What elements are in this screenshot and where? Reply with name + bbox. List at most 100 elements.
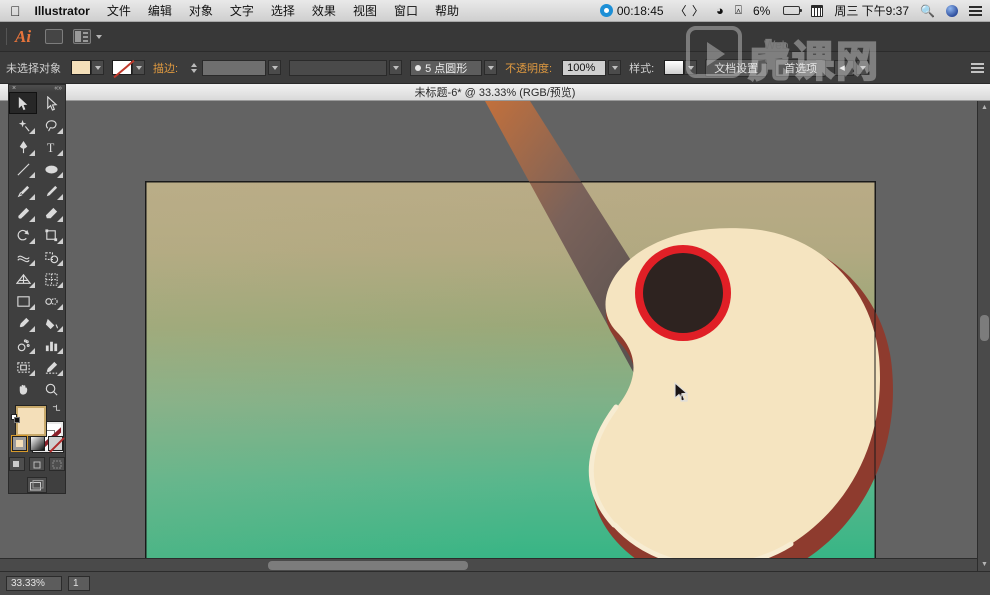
type-tool[interactable]: T — [37, 136, 65, 158]
mesh-tool[interactable] — [37, 268, 65, 290]
paintbrush-tool[interactable] — [9, 180, 37, 202]
tools-grid: T — [9, 92, 65, 400]
line-segment-tool[interactable] — [9, 158, 37, 180]
stroke-color-swatch[interactable] — [112, 60, 132, 75]
canvas-area[interactable] — [0, 101, 990, 571]
apple-icon[interactable]:  — [10, 4, 21, 18]
arrange-documents-icon[interactable] — [73, 29, 92, 44]
document-setup-button[interactable]: 文档设置 — [705, 58, 768, 77]
vertical-scroll-thumb[interactable] — [980, 315, 989, 341]
menu-edit[interactable]: 编辑 — [148, 2, 172, 19]
variable-width-profile-field[interactable] — [289, 59, 388, 76]
rotate-tool[interactable] — [9, 224, 37, 246]
blob-brush-tool[interactable] — [9, 202, 37, 224]
symbol-sprayer-tool[interactable] — [9, 334, 37, 356]
artboard-number-field[interactable]: 1 — [68, 576, 90, 591]
perspective-grid-tool[interactable] — [9, 268, 37, 290]
airplay-icon[interactable]: ⍓ — [735, 3, 742, 18]
zoom-level-field[interactable]: 33.33% — [6, 576, 62, 591]
gradient-tool[interactable] — [9, 290, 37, 312]
document-tab-title[interactable]: 未标题-6* @ 33.33% (RGB/预览) — [415, 84, 576, 100]
tools-panel[interactable]: × «» T — [8, 84, 66, 494]
brush-definition-dropdown[interactable] — [484, 60, 498, 75]
scroll-down-arrow[interactable]: ▼ — [978, 558, 990, 571]
drawing-mode-behind-button[interactable] — [29, 457, 45, 471]
artboard-tool[interactable] — [9, 356, 37, 378]
close-icon[interactable]: × — [12, 85, 16, 92]
graphic-style-swatch[interactable] — [664, 60, 685, 75]
menu-object[interactable]: 对象 — [189, 2, 213, 19]
brush-definition-field[interactable]: 5 点圆形 — [410, 59, 483, 76]
scale-tool[interactable] — [37, 224, 65, 246]
spotlight-search-icon[interactable]: 🔍 — [920, 4, 935, 18]
vertical-scrollbar[interactable]: ▲ ▼ — [977, 101, 990, 571]
swap-fill-stroke-icon[interactable] — [52, 404, 61, 413]
selection-tool[interactable] — [9, 92, 37, 114]
fill-color-swatch[interactable] — [71, 60, 91, 75]
drawing-mode-normal-button[interactable] — [9, 457, 25, 471]
menu-type[interactable]: 文字 — [230, 2, 254, 19]
menu-window[interactable]: 窗口 — [394, 2, 418, 19]
direct-selection-tool[interactable] — [37, 92, 65, 114]
eraser-tool[interactable] — [37, 202, 65, 224]
fill-swatch[interactable] — [16, 406, 46, 436]
menu-select[interactable]: 选择 — [271, 2, 295, 19]
collapse-icon[interactable]: «» — [54, 85, 62, 92]
none-mode-button[interactable] — [47, 436, 63, 451]
menu-effect[interactable]: 效果 — [312, 2, 336, 19]
chevron-icons[interactable]: 〈 〉 — [675, 2, 705, 19]
change-screen-mode-icon[interactable] — [27, 477, 47, 493]
opacity-dropdown[interactable] — [608, 60, 622, 75]
shape-builder-tool[interactable] — [37, 246, 65, 268]
calendar-icon[interactable] — [811, 4, 824, 17]
menu-file[interactable]: 文件 — [107, 2, 131, 19]
pen-tool[interactable] — [9, 136, 37, 158]
scroll-up-arrow[interactable]: ▲ — [978, 101, 990, 114]
wifi-icon[interactable]: ◕ — [716, 3, 724, 18]
lasso-tool[interactable] — [37, 114, 65, 136]
menu-view[interactable]: 视图 — [353, 2, 377, 19]
variable-width-profile-dropdown[interactable] — [389, 60, 403, 75]
opacity-field[interactable]: 100% — [562, 59, 607, 76]
solid-color-mode-button[interactable] — [10, 435, 28, 452]
style-dropdown[interactable] — [684, 60, 698, 75]
drawing-mode-inside-button[interactable] — [49, 457, 65, 471]
zoom-tool[interactable] — [37, 378, 65, 400]
bridge-icon[interactable] — [45, 29, 64, 44]
blend-tool[interactable] — [37, 290, 65, 312]
preferences-button[interactable]: 首选项 — [775, 58, 827, 77]
horizontal-scrollbar[interactable] — [0, 558, 977, 571]
menu-bar-status-area: 00:18:45 〈 〉 ◕ ⍓ 6% 周三 下午9:37 🔍 — [589, 2, 990, 19]
magic-wand-tool[interactable] — [9, 114, 37, 136]
panel-menu-icon[interactable] — [971, 62, 984, 73]
select-similar-dropdown[interactable] — [856, 60, 870, 75]
menu-app-name[interactable]: Illustrator — [35, 4, 90, 18]
gradient-mode-button[interactable] — [29, 436, 45, 451]
column-graph-tool[interactable] — [37, 334, 65, 356]
default-fill-stroke-icon[interactable] — [11, 414, 20, 423]
menu-help[interactable]: 帮助 — [435, 2, 459, 19]
stroke-weight-field[interactable] — [202, 59, 267, 76]
svg-text:T: T — [46, 141, 54, 155]
notification-center-icon[interactable] — [969, 5, 982, 16]
battery-charging-icon[interactable] — [781, 6, 803, 15]
stroke-dropdown[interactable] — [132, 60, 145, 75]
width-tool[interactable] — [9, 246, 37, 268]
eyedropper-tool[interactable] — [9, 312, 37, 334]
pencil-tool[interactable] — [37, 180, 65, 202]
horizontal-scroll-thumb[interactable] — [268, 561, 468, 570]
tools-panel-header[interactable]: × «» — [9, 85, 65, 92]
ellipse-tool[interactable] — [37, 158, 65, 180]
stroke-weight-stepper[interactable] — [188, 60, 199, 76]
chevron-down-icon[interactable] — [96, 34, 103, 39]
stroke-weight-dropdown[interactable] — [268, 60, 282, 75]
slice-tool[interactable] — [37, 356, 65, 378]
hand-tool[interactable] — [9, 378, 37, 400]
fill-dropdown[interactable] — [91, 60, 104, 75]
live-paint-bucket-tool[interactable] — [37, 312, 65, 334]
screen-recorder-indicator[interactable]: 00:18:45 — [599, 4, 664, 18]
siri-icon[interactable] — [946, 4, 958, 17]
select-similar-icon[interactable]: ◂ — [834, 59, 855, 76]
application-bar: Ai — [0, 22, 990, 52]
guitar-illustration[interactable] — [0, 101, 990, 571]
